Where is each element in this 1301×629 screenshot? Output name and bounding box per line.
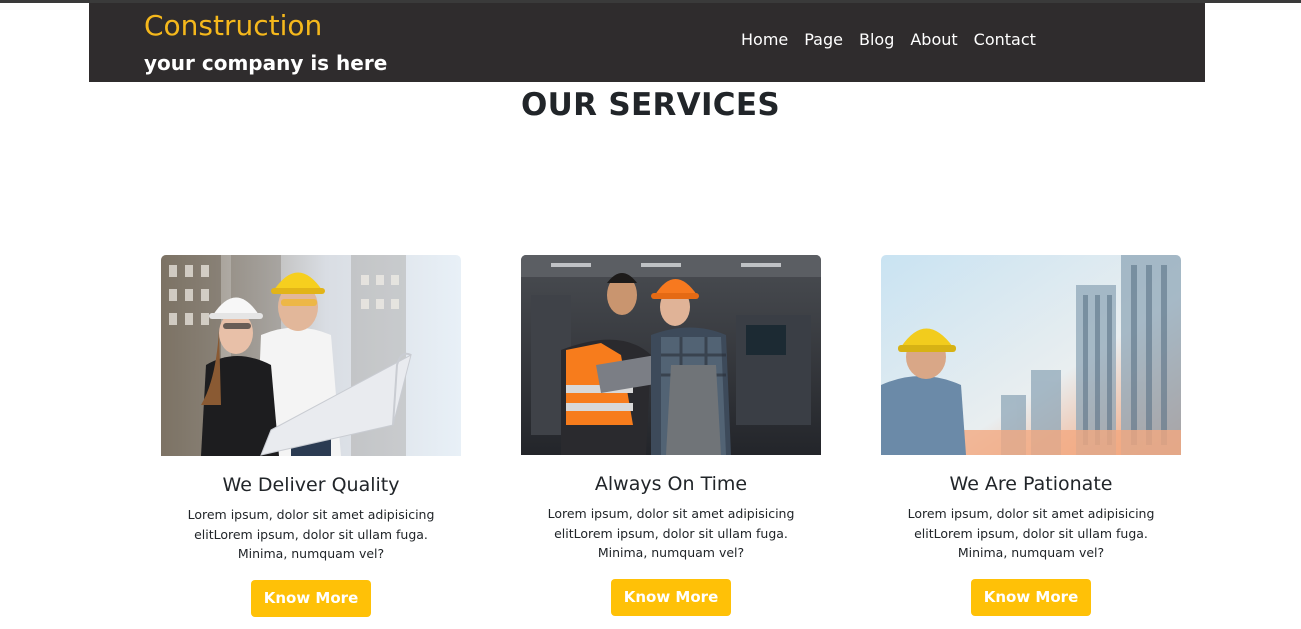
card-image-worker-city bbox=[881, 255, 1181, 455]
card-text: Lorem ipsum, dolor sit amet adipisicing … bbox=[907, 506, 1155, 560]
nav-contact[interactable]: Contact bbox=[974, 30, 1036, 50]
know-more-button[interactable]: Know More bbox=[250, 579, 372, 617]
navbar: Construction your company is here Home P… bbox=[89, 3, 1205, 82]
brand[interactable]: Construction your company is here bbox=[144, 11, 388, 76]
brand-title[interactable]: Construction bbox=[144, 11, 387, 41]
card-title: We Are Pationate bbox=[949, 473, 1113, 495]
main-nav: Home Page Blog About Contact bbox=[741, 30, 1052, 50]
know-more-button[interactable]: Know More bbox=[970, 578, 1092, 616]
card-title: Always On Time bbox=[594, 473, 748, 495]
card-image-factory-workers bbox=[521, 255, 821, 455]
service-card-quality: We Deliver Quality Lorem ipsum, dolor si… bbox=[161, 255, 461, 617]
service-card-on-time: Always On Time Lorem ipsum, dolor sit am… bbox=[521, 255, 821, 616]
service-card-passionate: We Are Pationate Lorem ipsum, dolor sit … bbox=[881, 255, 1181, 616]
card-text: Lorem ipsum, dolor sit amet adipisicing … bbox=[547, 506, 795, 560]
card-title: We Deliver Quality bbox=[222, 474, 400, 496]
nav-home[interactable]: Home bbox=[741, 30, 788, 50]
nav-page[interactable]: Page bbox=[804, 30, 843, 50]
know-more-button[interactable]: Know More bbox=[610, 578, 732, 616]
nav-about[interactable]: About bbox=[910, 30, 957, 50]
card-text: Lorem ipsum, dolor sit amet adipisicing … bbox=[187, 507, 435, 561]
nav-blog[interactable]: Blog bbox=[859, 30, 894, 50]
section-title: OUR SERVICES bbox=[521, 87, 780, 123]
brand-subtitle: your company is here bbox=[144, 51, 388, 75]
card-image-engineers-blueprint bbox=[161, 255, 461, 456]
